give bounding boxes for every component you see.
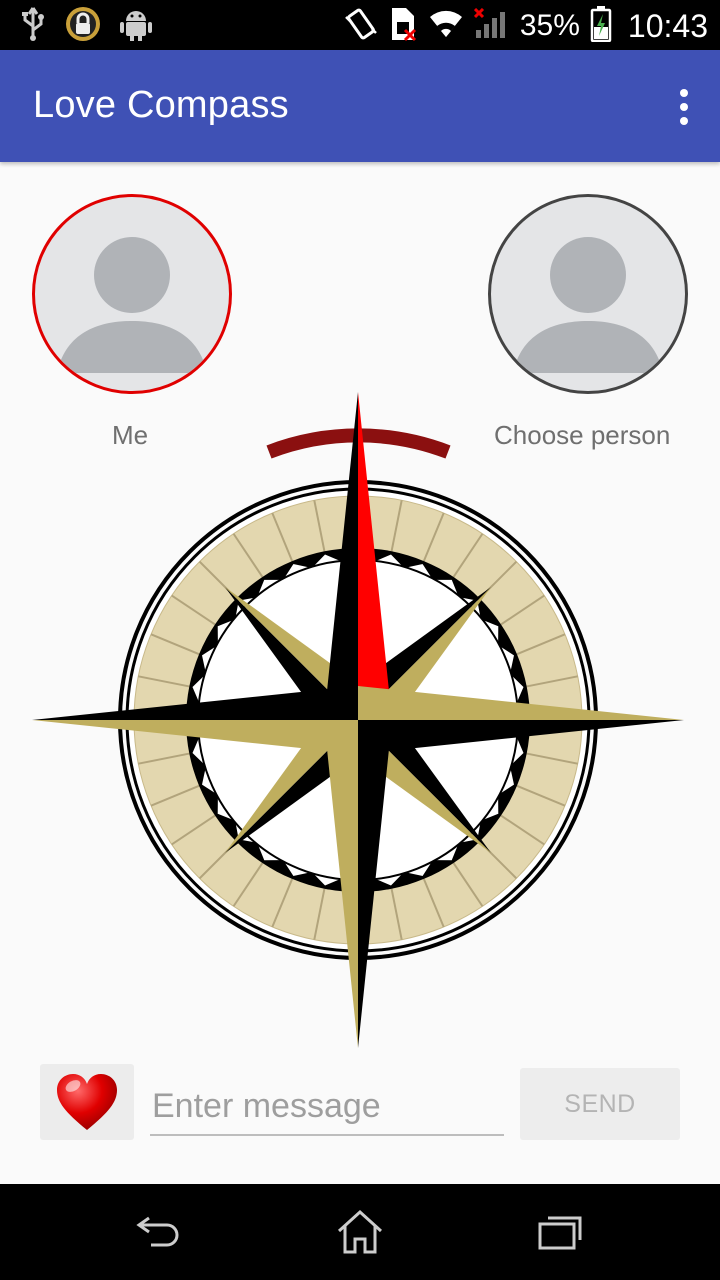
battery-percent: 35% [519,9,580,42]
recents-icon[interactable] [530,1204,590,1260]
heart-icon [57,1074,117,1130]
app-bar: Love Compass [0,50,720,162]
status-bar: 35% 10:43 [0,0,720,50]
vibrate-icon [344,7,378,46]
lock-icon [64,5,102,48]
back-icon[interactable] [130,1204,190,1260]
send-heart-button[interactable] [40,1064,134,1140]
home-icon[interactable] [330,1204,390,1260]
my-avatar[interactable] [32,194,232,394]
signal-no-data-icon [473,7,510,45]
compass-rose-icon [32,392,684,1048]
navigation-bar [0,1184,720,1280]
message-input[interactable] [150,1078,504,1136]
clock: 10:43 [627,7,708,44]
send-button[interactable]: SEND [520,1068,680,1140]
usb-icon [20,6,46,47]
app-title: Love Compass [33,84,289,126]
sim-no-service-icon [388,6,418,47]
battery-charging-icon [590,5,612,47]
wifi-icon [428,9,464,44]
person-placeholder-icon [513,237,663,373]
android-debug-icon [120,7,152,46]
person-placeholder-icon [57,237,207,373]
choose-person-avatar[interactable] [488,194,688,394]
more-vert-icon[interactable] [668,82,700,132]
